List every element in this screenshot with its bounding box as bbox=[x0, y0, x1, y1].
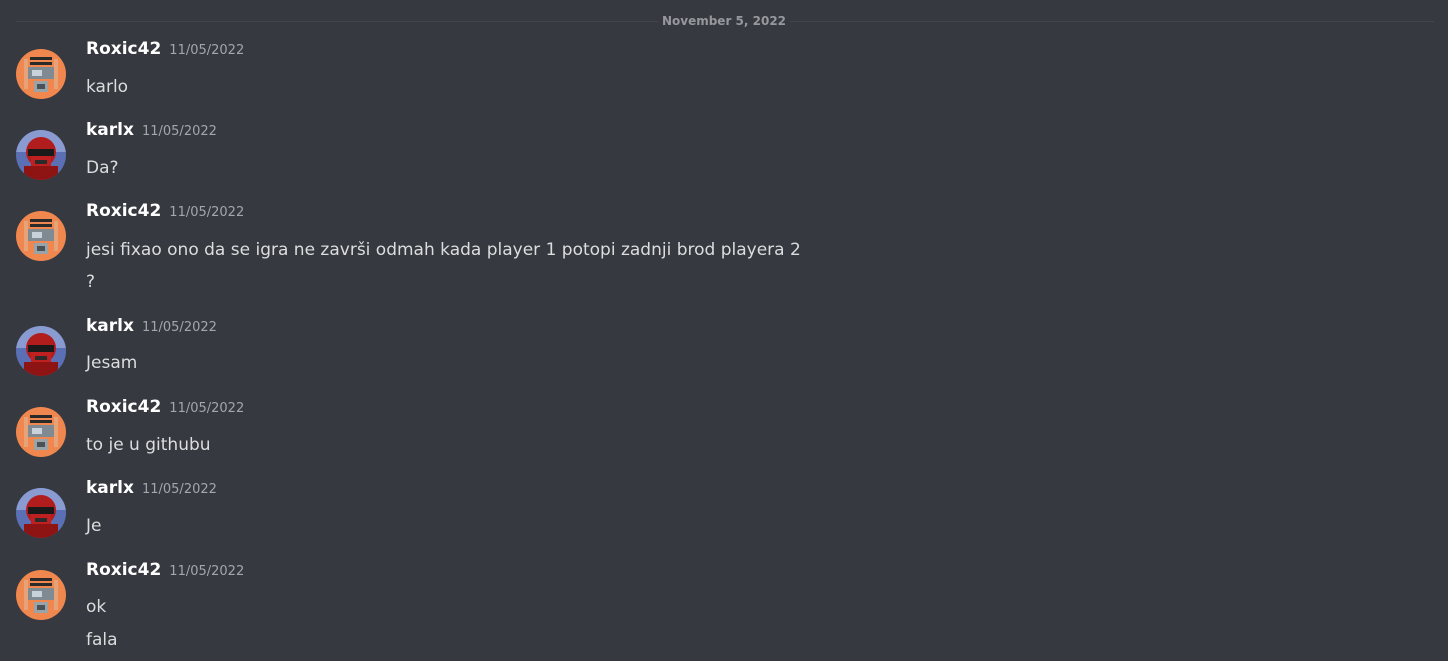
roxic-avatar-icon[interactable] bbox=[16, 211, 66, 261]
username[interactable]: karlx bbox=[86, 120, 134, 140]
timestamp[interactable]: 11/05/2022 bbox=[169, 205, 244, 220]
username[interactable]: Roxic42 bbox=[86, 397, 161, 417]
message-header: Roxic42 11/05/2022 bbox=[86, 200, 244, 222]
message-text: karlo bbox=[86, 77, 129, 97]
message-header: Roxic42 11/05/2022 bbox=[86, 38, 244, 60]
message-text: Da? bbox=[86, 158, 119, 178]
karlx-avatar-icon[interactable] bbox=[16, 488, 66, 538]
timestamp[interactable]: 11/05/2022 bbox=[142, 320, 217, 335]
message-header: karlx 11/05/2022 bbox=[86, 315, 217, 337]
karlx-avatar-icon[interactable] bbox=[16, 326, 66, 376]
chat-messages: November 5, 2022 Roxic42 11/05/2022 karlo bbox=[0, 0, 1448, 661]
message-text: Je bbox=[86, 516, 102, 536]
karlx-avatar-icon[interactable] bbox=[16, 130, 66, 180]
message-text: ok bbox=[86, 597, 107, 617]
message-text: jesi fixao ono da se igra ne završi odma… bbox=[86, 240, 801, 260]
message-text: fala bbox=[86, 630, 118, 650]
username[interactable]: Roxic42 bbox=[86, 201, 161, 221]
username[interactable]: Roxic42 bbox=[86, 39, 161, 59]
timestamp[interactable]: 11/05/2022 bbox=[169, 401, 244, 416]
username[interactable]: karlx bbox=[86, 316, 134, 336]
roxic-avatar-icon[interactable] bbox=[16, 407, 66, 457]
timestamp[interactable]: 11/05/2022 bbox=[169, 564, 244, 579]
message-header: karlx 11/05/2022 bbox=[86, 477, 217, 499]
roxic-avatar-icon[interactable] bbox=[16, 49, 66, 99]
username[interactable]: karlx bbox=[86, 478, 134, 498]
message-text: ? bbox=[86, 272, 96, 292]
message-text: Jesam bbox=[86, 353, 138, 373]
timestamp[interactable]: 11/05/2022 bbox=[169, 43, 244, 58]
username[interactable]: Roxic42 bbox=[86, 560, 161, 580]
message-header: karlx 11/05/2022 bbox=[86, 119, 217, 141]
message-text: to je u githubu bbox=[86, 435, 211, 455]
timestamp[interactable]: 11/05/2022 bbox=[142, 124, 217, 139]
timestamp[interactable]: 11/05/2022 bbox=[142, 482, 217, 497]
date-divider: November 5, 2022 bbox=[657, 13, 791, 29]
roxic-avatar-icon[interactable] bbox=[16, 570, 66, 620]
message-header: Roxic42 11/05/2022 bbox=[86, 559, 244, 581]
message-header: Roxic42 11/05/2022 bbox=[86, 396, 244, 418]
